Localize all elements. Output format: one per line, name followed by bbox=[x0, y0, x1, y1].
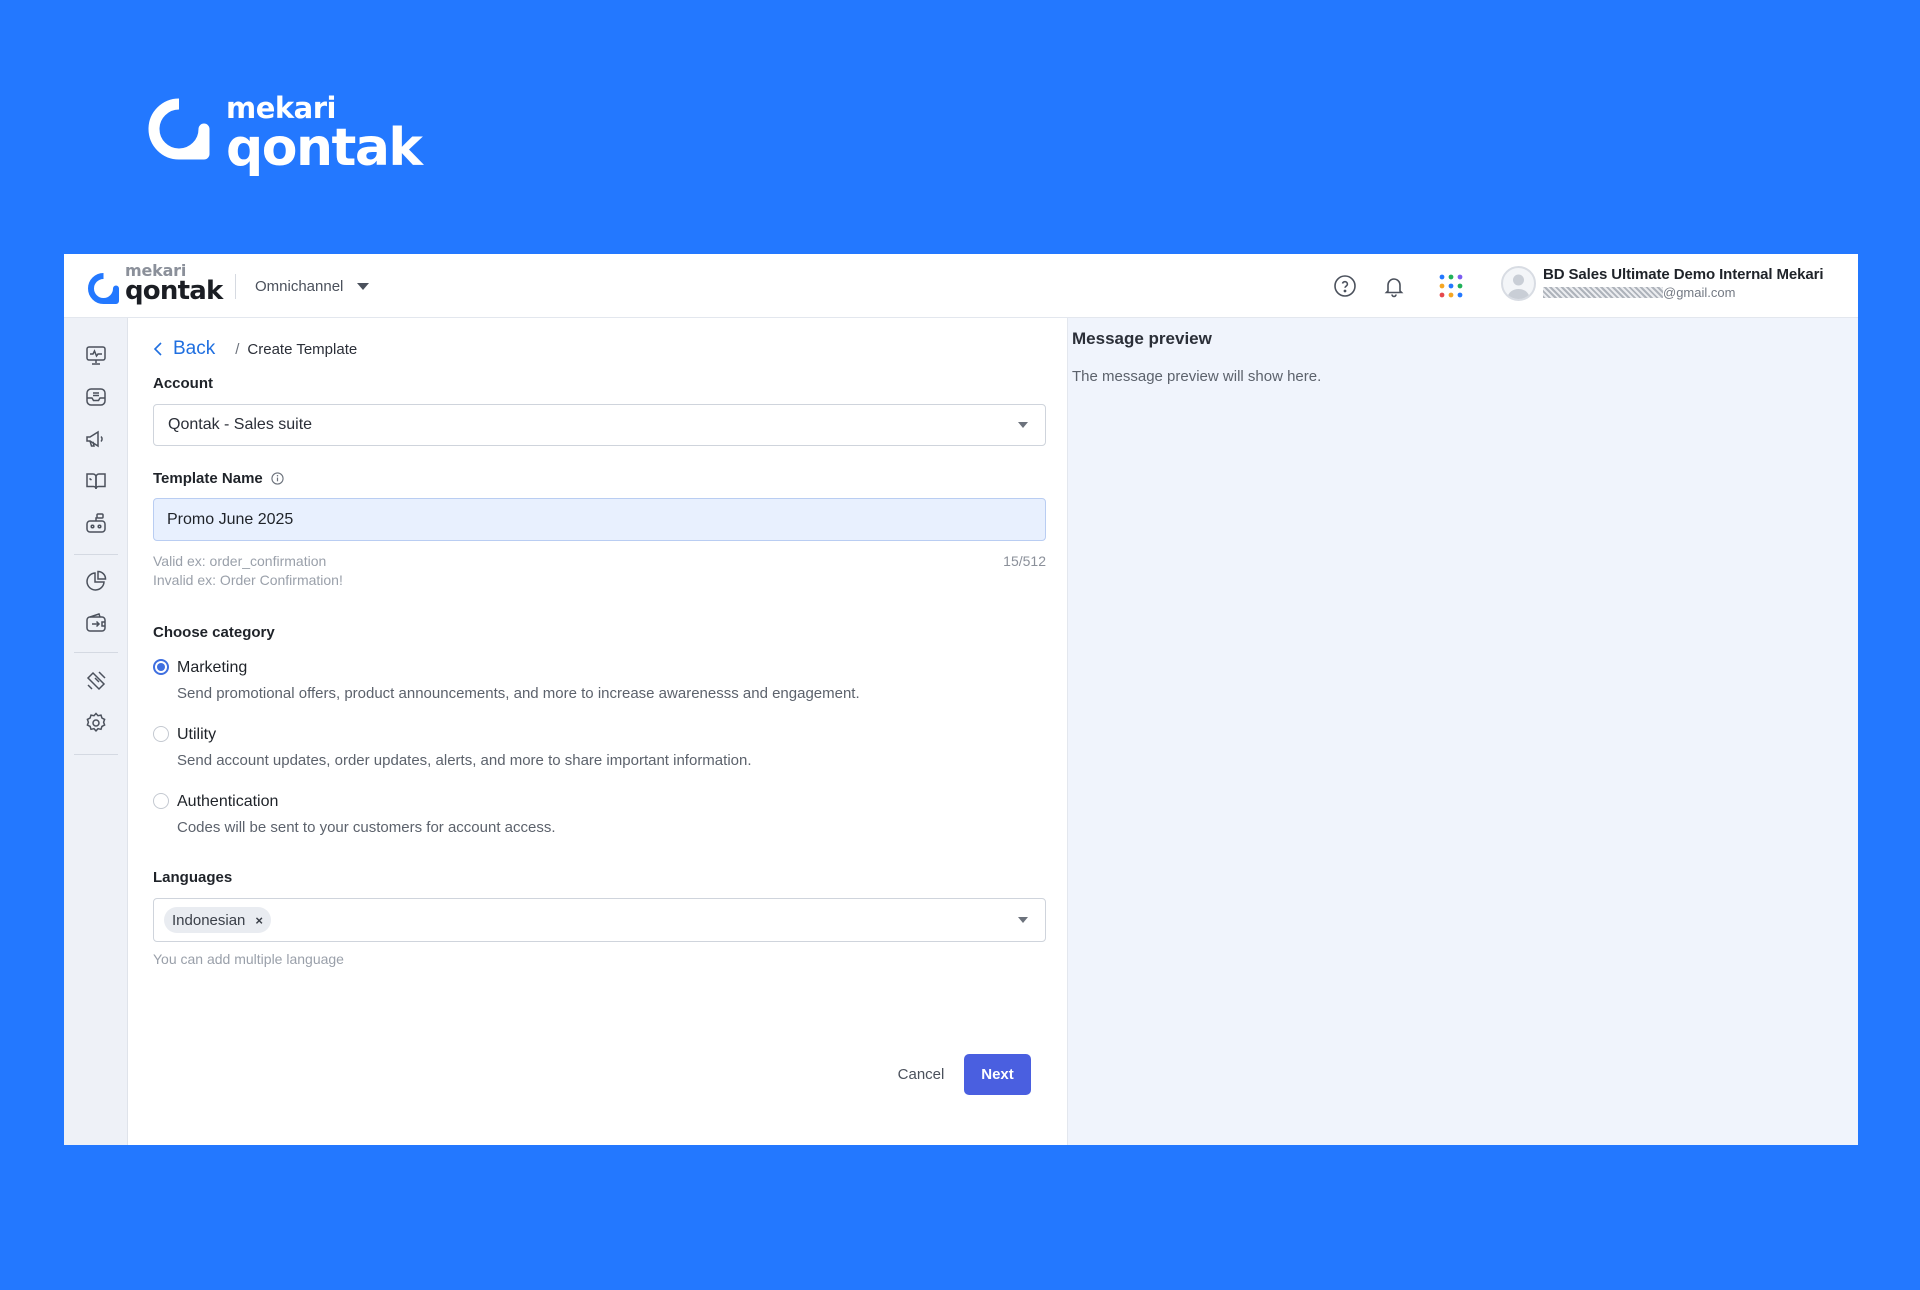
category-title: Authentication bbox=[177, 793, 279, 810]
category-title: Marketing bbox=[177, 659, 248, 676]
preview-title: Message preview bbox=[1072, 329, 1212, 348]
breadcrumb-separator: / bbox=[235, 340, 240, 358]
category-title: Utility bbox=[177, 726, 217, 743]
megaphone-icon[interactable] bbox=[83, 426, 109, 452]
breadcrumb: Back / Create Template bbox=[153, 338, 357, 360]
back-link[interactable]: Back bbox=[153, 338, 215, 360]
qontak-logo-icon bbox=[148, 98, 210, 160]
settings-icon[interactable] bbox=[83, 710, 109, 736]
chevron-left-icon bbox=[153, 342, 162, 356]
account-select[interactable]: Qontak - Sales suite bbox=[153, 404, 1046, 446]
wallet-icon[interactable] bbox=[83, 610, 109, 636]
category-label: Choose category bbox=[153, 624, 275, 641]
hero-logo: mekari qontak bbox=[148, 92, 423, 178]
product-switcher-label: Omnichannel bbox=[255, 277, 344, 295]
info-icon[interactable] bbox=[271, 472, 284, 485]
language-chip-label: Indonesian bbox=[172, 911, 246, 929]
category-option-marketing[interactable]: Marketing Send promotional offers, produ… bbox=[153, 658, 860, 703]
sidebar-divider bbox=[74, 554, 118, 555]
inbox-icon[interactable] bbox=[83, 384, 109, 410]
avatar bbox=[1501, 266, 1536, 301]
caret-down-icon bbox=[1018, 917, 1028, 923]
app-grid-icon[interactable] bbox=[1438, 273, 1464, 299]
top-bar: mekari qontak Omnichannel BD Sales Ultim… bbox=[64, 254, 1858, 318]
close-icon[interactable]: × bbox=[255, 913, 263, 928]
user-name: BD Sales Ultimate Demo Internal Mekari bbox=[1543, 266, 1824, 283]
template-name-hint-invalid: Invalid ex: Order Confirmation! bbox=[153, 572, 343, 588]
radio-button[interactable] bbox=[153, 793, 169, 809]
user-email: @gmail.com bbox=[1543, 285, 1823, 301]
user-email-domain: @gmail.com bbox=[1663, 285, 1736, 300]
template-name-label: Template Name bbox=[153, 470, 263, 487]
preview-empty-text: The message preview will show here. bbox=[1072, 368, 1322, 385]
sidebar bbox=[64, 318, 128, 1145]
back-label: Back bbox=[173, 338, 216, 359]
radio-button[interactable] bbox=[153, 726, 169, 742]
character-counter: 15/512 bbox=[1003, 553, 1046, 569]
bot-icon[interactable] bbox=[83, 510, 109, 536]
breadcrumb-current: Create Template bbox=[247, 340, 358, 358]
user-menu[interactable]: BD Sales Ultimate Demo Internal Mekari @… bbox=[1501, 266, 1824, 301]
logo-divider bbox=[235, 274, 236, 299]
category-description: Send promotional offers, product announc… bbox=[177, 685, 860, 702]
radio-button-checked[interactable] bbox=[153, 659, 169, 675]
template-name-hint-valid: Valid ex: order_confirmation bbox=[153, 553, 327, 569]
qontak-logo-icon bbox=[88, 273, 119, 304]
product-switcher[interactable]: Omnichannel bbox=[255, 274, 370, 298]
category-description: Codes will be sent to your customers for… bbox=[177, 819, 556, 836]
integration-icon[interactable] bbox=[83, 668, 109, 694]
languages-hint: You can add multiple language bbox=[153, 951, 344, 967]
report-pie-icon[interactable] bbox=[83, 568, 109, 594]
hero-brand-main: qontak bbox=[226, 118, 423, 178]
help-icon[interactable] bbox=[1332, 273, 1358, 299]
category-option-authentication[interactable]: Authentication Codes will be sent to you… bbox=[153, 792, 556, 837]
caret-down-icon bbox=[1018, 422, 1028, 428]
account-label: Account bbox=[153, 375, 213, 392]
language-chip: Indonesian × bbox=[164, 907, 271, 933]
app-brand-main: qontak bbox=[125, 276, 223, 306]
category-description: Send account updates, order updates, ale… bbox=[177, 752, 752, 769]
next-button[interactable]: Next bbox=[964, 1054, 1031, 1095]
bell-icon[interactable] bbox=[1381, 273, 1407, 299]
category-option-utility[interactable]: Utility Send account updates, order upda… bbox=[153, 725, 752, 770]
caret-down-icon bbox=[357, 282, 370, 290]
app-window: mekari qontak Omnichannel BD Sales Ultim… bbox=[64, 254, 1858, 1145]
languages-select[interactable]: Indonesian × bbox=[153, 898, 1046, 942]
account-select-value: Qontak - Sales suite bbox=[168, 416, 313, 433]
sidebar-divider bbox=[74, 754, 118, 755]
book-icon[interactable] bbox=[83, 468, 109, 494]
redacted-email-mask bbox=[1543, 287, 1663, 298]
languages-label: Languages bbox=[153, 869, 233, 886]
template-name-label-row: Template Name bbox=[153, 470, 284, 487]
message-preview-panel: Message preview The message preview will… bbox=[1067, 318, 1858, 1145]
create-template-form: Back / Create Template Account Qontak - … bbox=[128, 318, 1131, 1145]
template-name-input[interactable] bbox=[153, 498, 1046, 541]
monitor-icon[interactable] bbox=[83, 342, 109, 368]
cancel-button[interactable]: Cancel bbox=[888, 1054, 954, 1095]
sidebar-divider bbox=[74, 652, 118, 653]
app-logo[interactable]: mekari qontak bbox=[88, 263, 223, 306]
